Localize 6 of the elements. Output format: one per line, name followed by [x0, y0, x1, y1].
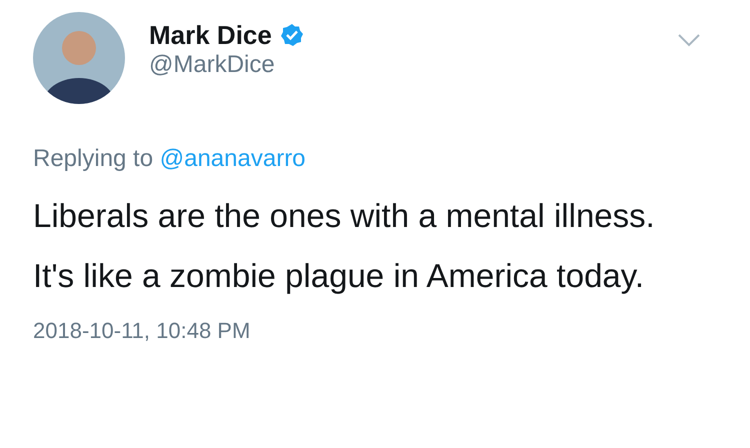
author-handle: @MarkDice: [149, 50, 276, 80]
replying-label: Replying to: [33, 145, 154, 172]
mention-link[interactable]: @ananavarro: [160, 145, 306, 172]
author-name: Mark Dice: [149, 20, 272, 50]
timestamp: 2018-10-11, 10:48 PM: [33, 317, 252, 345]
tweet-text: Liberals are the ones with a mental illness. It's like a zombie plague in America today.: [33, 196, 656, 296]
